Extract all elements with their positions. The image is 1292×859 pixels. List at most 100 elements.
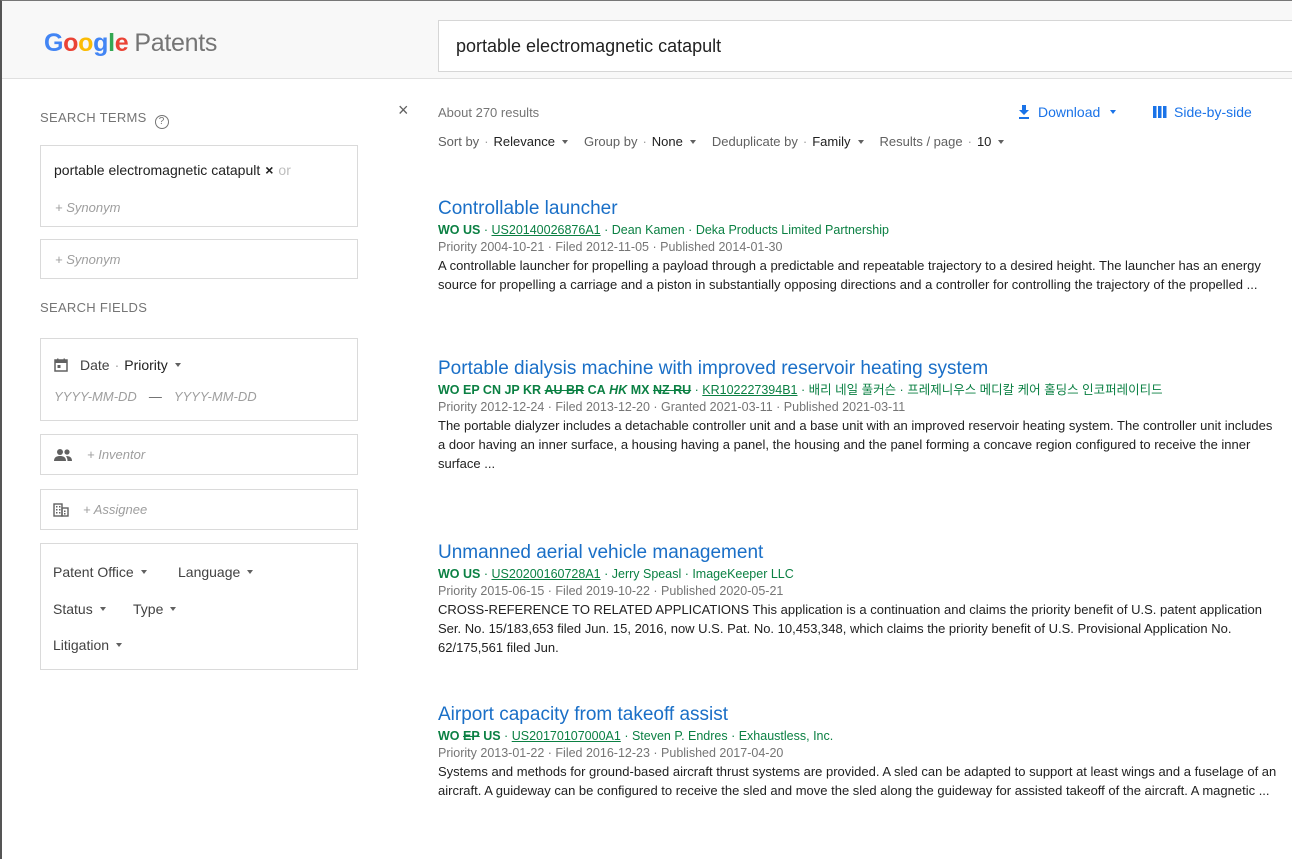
help-icon[interactable]: ? bbox=[154, 115, 169, 129]
columns-icon bbox=[1153, 106, 1167, 118]
result-countries: WO EP CN JP KR bbox=[438, 383, 542, 397]
result-item: Controllable launcher WO US · US20140026… bbox=[438, 198, 1278, 294]
result-patent-number[interactable]: US20170107000A1 bbox=[512, 729, 621, 743]
result-abstract: CROSS-REFERENCE TO RELATED APPLICATIONS … bbox=[438, 602, 1262, 655]
type-filter[interactable]: Type bbox=[133, 601, 177, 617]
header: Google Patents bbox=[2, 1, 1292, 79]
per-page-select[interactable]: Results / page · 10 bbox=[880, 134, 1005, 149]
people-icon bbox=[54, 448, 72, 461]
result-sep: · bbox=[483, 567, 489, 581]
dedup-label: Deduplicate by bbox=[711, 134, 798, 149]
result-meta: WO US · US20200160728A1 · Jerry Speasl ·… bbox=[438, 566, 1278, 583]
chevron-down-icon bbox=[247, 570, 254, 574]
calendar-icon bbox=[54, 358, 68, 372]
status-label: Status bbox=[53, 601, 93, 617]
date-from-input[interactable]: YYYY-MM-DD bbox=[54, 389, 137, 404]
patent-office-filter[interactable]: Patent Office bbox=[53, 564, 147, 580]
result-title[interactable]: Controllable launcher bbox=[438, 198, 1278, 220]
chevron-down-icon bbox=[561, 139, 568, 144]
search-term-box[interactable]: portable electromagnetic catapult × or + S… bbox=[40, 145, 358, 227]
result-abstract: The portable dialyzer includes a detacha… bbox=[438, 418, 1273, 471]
chevron-down-icon bbox=[174, 363, 181, 367]
search-fields-label: SEARCH FIELDS bbox=[40, 300, 148, 315]
or-label: or bbox=[278, 162, 291, 178]
assignee-input[interactable]: + Assignee bbox=[83, 502, 147, 517]
per-page-value: 10 bbox=[976, 134, 992, 149]
result-item: Unmanned aerial vehicle management WO US… bbox=[438, 542, 1278, 657]
result-item: Portable dialysis machine with improved … bbox=[438, 358, 1278, 473]
result-countries-pending: HK bbox=[609, 383, 628, 397]
building-icon bbox=[53, 502, 69, 517]
result-dates: Priority 2004-10-21 · Filed 2012-11-05 ·… bbox=[438, 240, 783, 254]
assignee-row: + Assignee bbox=[53, 502, 147, 517]
inventor-input[interactable]: + Inventor bbox=[87, 447, 145, 462]
logo-letter-g2: g bbox=[93, 29, 109, 57]
search-input[interactable] bbox=[439, 21, 1292, 71]
date-type-select[interactable]: Priority bbox=[124, 357, 181, 373]
chevron-down-icon bbox=[998, 139, 1005, 144]
inventor-box[interactable]: + Inventor bbox=[40, 434, 358, 475]
term-chip[interactable]: portable electromagnetic catapult × or bbox=[54, 162, 291, 178]
result-dates: Priority 2015-06-15 · Filed 2019-10-22 ·… bbox=[438, 584, 784, 598]
result-countries: MX bbox=[630, 383, 650, 397]
per-page-sep: · bbox=[967, 134, 972, 149]
sort-by-label: Sort by bbox=[438, 134, 480, 149]
language-filter[interactable]: Language bbox=[178, 564, 254, 580]
result-title[interactable]: Portable dialysis machine with improved … bbox=[438, 358, 1278, 380]
download-button[interactable]: Download bbox=[1018, 104, 1117, 120]
result-sep: · bbox=[694, 383, 699, 397]
status-filter[interactable]: Status bbox=[53, 601, 106, 617]
result-dates: Priority 2013-01-22 · Filed 2016-12-23 ·… bbox=[438, 746, 784, 760]
logo-letter-o1: o bbox=[63, 29, 79, 57]
inventor-row: + Inventor bbox=[53, 447, 145, 462]
result-inventors: · Steven P. Endres · Exhaustless, Inc. bbox=[624, 729, 834, 743]
result-countries: WO US bbox=[438, 223, 481, 237]
per-page-label: Results / page bbox=[879, 134, 963, 149]
date-to-input[interactable]: YYYY-MM-DD bbox=[174, 389, 257, 404]
synonym-box-2[interactable]: + Synonym bbox=[40, 239, 358, 279]
litigation-filter[interactable]: Litigation bbox=[53, 637, 123, 653]
logo-letter-g: G bbox=[44, 29, 64, 57]
close-sidebar-icon[interactable]: × bbox=[398, 100, 409, 121]
result-sep: · bbox=[504, 729, 509, 743]
result-item: Airport capacity from takeoff assist WO … bbox=[438, 704, 1278, 800]
patent-office-label: Patent Office bbox=[53, 564, 134, 580]
sort-by-select[interactable]: Sort by · Relevance bbox=[438, 134, 568, 149]
logo-letter-e: e bbox=[114, 29, 129, 57]
result-patent-number[interactable]: KR102227394B1 bbox=[702, 383, 797, 397]
group-by-label: Group by bbox=[583, 134, 638, 149]
result-meta: WO EP CN JP KR AU BR CA HK MX NZ RU · KR… bbox=[438, 382, 1278, 399]
download-label: Download bbox=[1038, 104, 1101, 120]
result-sep: · bbox=[483, 223, 489, 237]
search-box[interactable] bbox=[438, 20, 1292, 72]
result-dates: Priority 2012-12-24 · Filed 2013-12-20 ·… bbox=[438, 400, 906, 414]
chevron-down-icon bbox=[99, 607, 106, 611]
filters-box: Patent Office Language Status Type Litig… bbox=[40, 543, 358, 670]
chevron-down-icon bbox=[116, 643, 123, 647]
sort-controls: Sort by · Relevance Group by · None Deduplic… bbox=[438, 134, 1020, 149]
result-inventors: · Jerry Speasl · ImageKeeper LLC bbox=[604, 567, 794, 581]
sort-sep: · bbox=[484, 134, 489, 149]
group-by-select[interactable]: Group by · None bbox=[584, 134, 696, 149]
synonym-input-1[interactable]: + Synonym bbox=[55, 200, 120, 215]
result-title[interactable]: Unmanned aerial vehicle management bbox=[438, 542, 1278, 564]
chevron-down-icon bbox=[140, 570, 147, 574]
type-label: Type bbox=[133, 601, 164, 617]
result-countries: WO US bbox=[438, 567, 481, 581]
result-title[interactable]: Airport capacity from takeoff assist bbox=[438, 704, 1278, 726]
result-patent-number[interactable]: US20140026876A1 bbox=[492, 223, 601, 237]
date-box: Date · Priority YYYY-MM-DD — YYYY-MM-DD bbox=[40, 338, 358, 421]
results-count: About 270 results bbox=[438, 105, 540, 120]
assignee-box[interactable]: + Assignee bbox=[40, 489, 358, 530]
result-inventors: · Dean Kamen · Deka Products Limited Par… bbox=[604, 223, 889, 237]
result-countries-inactive: EP bbox=[463, 729, 480, 743]
side-by-side-button[interactable]: Side-by-side bbox=[1153, 104, 1252, 120]
result-meta: WO US · US20140026876A1 · Dean Kamen · D… bbox=[438, 222, 1278, 239]
synonym-input-2[interactable]: + Synonym bbox=[55, 252, 120, 267]
litigation-label: Litigation bbox=[53, 637, 110, 653]
google-patents-logo[interactable]: Google Patents bbox=[44, 29, 217, 58]
remove-term-icon[interactable]: × bbox=[265, 162, 273, 178]
result-abstract: A controllable launcher for propelling a… bbox=[438, 258, 1261, 292]
result-patent-number[interactable]: US20200160728A1 bbox=[492, 567, 601, 581]
dedup-select[interactable]: Deduplicate by · Family bbox=[712, 134, 864, 149]
